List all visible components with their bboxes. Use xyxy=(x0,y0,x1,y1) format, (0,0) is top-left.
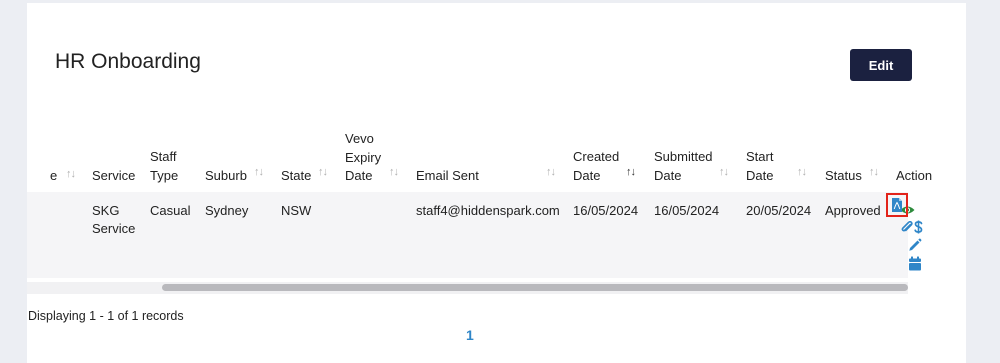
header-vevo-line3[interactable]: Date xyxy=(345,166,372,185)
pencil-icon[interactable] xyxy=(908,238,922,252)
sort-active-icon[interactable]: ↑↓ xyxy=(626,166,636,178)
cell-submitted-date: 16/05/2024 xyxy=(654,203,720,218)
header-staff-type-line1[interactable]: Staff xyxy=(150,147,177,166)
sort-icon[interactable]: ↑↓ xyxy=(869,166,879,178)
sort-icon[interactable]: ↑↓ xyxy=(389,166,399,178)
cell-start-date: 20/05/2024 xyxy=(746,203,812,218)
header-created-line2[interactable]: Date xyxy=(573,166,600,185)
header-service[interactable]: Service xyxy=(92,166,135,185)
sort-icon[interactable]: ↑↓ xyxy=(719,166,729,178)
header-submitted-line1[interactable]: Submitted xyxy=(654,147,713,166)
pagination-page-1[interactable]: 1 xyxy=(466,327,474,343)
sort-icon[interactable]: ↑↓ xyxy=(66,168,76,180)
header-state[interactable]: State xyxy=(281,166,311,185)
cell-service-line2: Service xyxy=(92,221,136,236)
horizontal-scrollbar-thumb[interactable] xyxy=(162,284,908,291)
calendar-icon[interactable] xyxy=(908,256,922,271)
cell-status: Approved xyxy=(825,203,881,218)
header-submitted-line2[interactable]: Date xyxy=(654,166,681,185)
records-count: Displaying 1 - 1 of 1 records xyxy=(28,309,184,323)
header-status[interactable]: Status xyxy=(825,166,862,185)
sort-icon[interactable]: ↑↓ xyxy=(254,166,264,178)
header-vevo-line1[interactable]: Vevo xyxy=(345,129,374,148)
page-title: HR Onboarding xyxy=(55,50,201,73)
cell-service-line1: SKG xyxy=(92,203,120,218)
header-email-sent[interactable]: Email Sent xyxy=(416,166,479,185)
dollar-icon[interactable] xyxy=(914,220,923,234)
header-start-line2[interactable]: Date xyxy=(746,166,773,185)
header-action: Action xyxy=(896,168,933,183)
edit-button[interactable]: Edit xyxy=(850,49,912,81)
cell-suburb: Sydney xyxy=(205,203,249,218)
header-suburb[interactable]: Suburb xyxy=(205,166,247,185)
sort-icon[interactable]: ↑↓ xyxy=(546,166,556,178)
cell-created-date: 16/05/2024 xyxy=(573,203,639,218)
selected-action-highlight xyxy=(886,193,908,217)
sort-icon[interactable]: ↑↓ xyxy=(797,166,807,178)
header-vevo-line2[interactable]: Expiry xyxy=(345,148,381,167)
cell-staff-type: Casual xyxy=(150,203,191,218)
partial-column-header[interactable]: e xyxy=(50,166,57,185)
header-created-line1[interactable]: Created xyxy=(573,147,619,166)
cell-email-sent: staff4@hiddenspark.com xyxy=(416,203,560,218)
header-staff-type-line2[interactable]: Type xyxy=(150,166,178,185)
paperclip-icon[interactable] xyxy=(901,221,913,234)
cell-state: NSW xyxy=(281,203,312,218)
sort-icon[interactable]: ↑↓ xyxy=(318,166,328,178)
header-start-line1[interactable]: Start xyxy=(746,147,773,166)
